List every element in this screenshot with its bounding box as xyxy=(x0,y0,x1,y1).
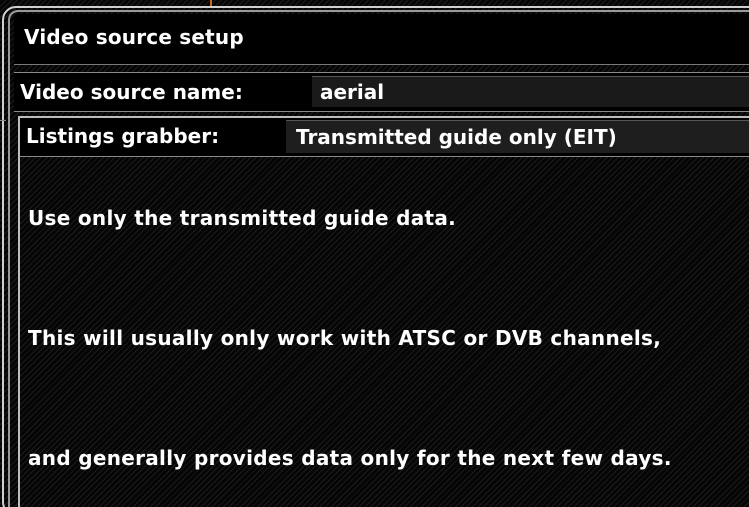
listings-grabber-row[interactable]: Listings grabber: Transmitted guide only… xyxy=(20,118,749,157)
video-source-name-label: Video source name: xyxy=(20,80,243,104)
video-source-name-field[interactable]: aerial xyxy=(312,76,749,107)
video-source-name-value: aerial xyxy=(320,80,385,104)
left-panel-edge xyxy=(0,120,6,507)
video-source-name-row[interactable]: Video source name: aerial xyxy=(14,72,749,112)
listings-grabber-label: Listings grabber: xyxy=(26,124,220,148)
description-line-3: and generally provides data only for the… xyxy=(28,446,672,470)
listings-grabber-value: Transmitted guide only (EIT) xyxy=(296,125,617,149)
listings-grabber-select[interactable]: Transmitted guide only (EIT) xyxy=(286,120,749,153)
description-line-1: Use only the transmitted guide data. xyxy=(28,206,457,230)
mythtv-setup-screen: Video source setup Video source name: ae… xyxy=(0,0,749,507)
description-line-2: This will usually only work with ATSC or… xyxy=(28,326,662,350)
title-bar: Video source setup xyxy=(14,14,749,65)
dialog-title: Video source setup xyxy=(24,25,244,49)
